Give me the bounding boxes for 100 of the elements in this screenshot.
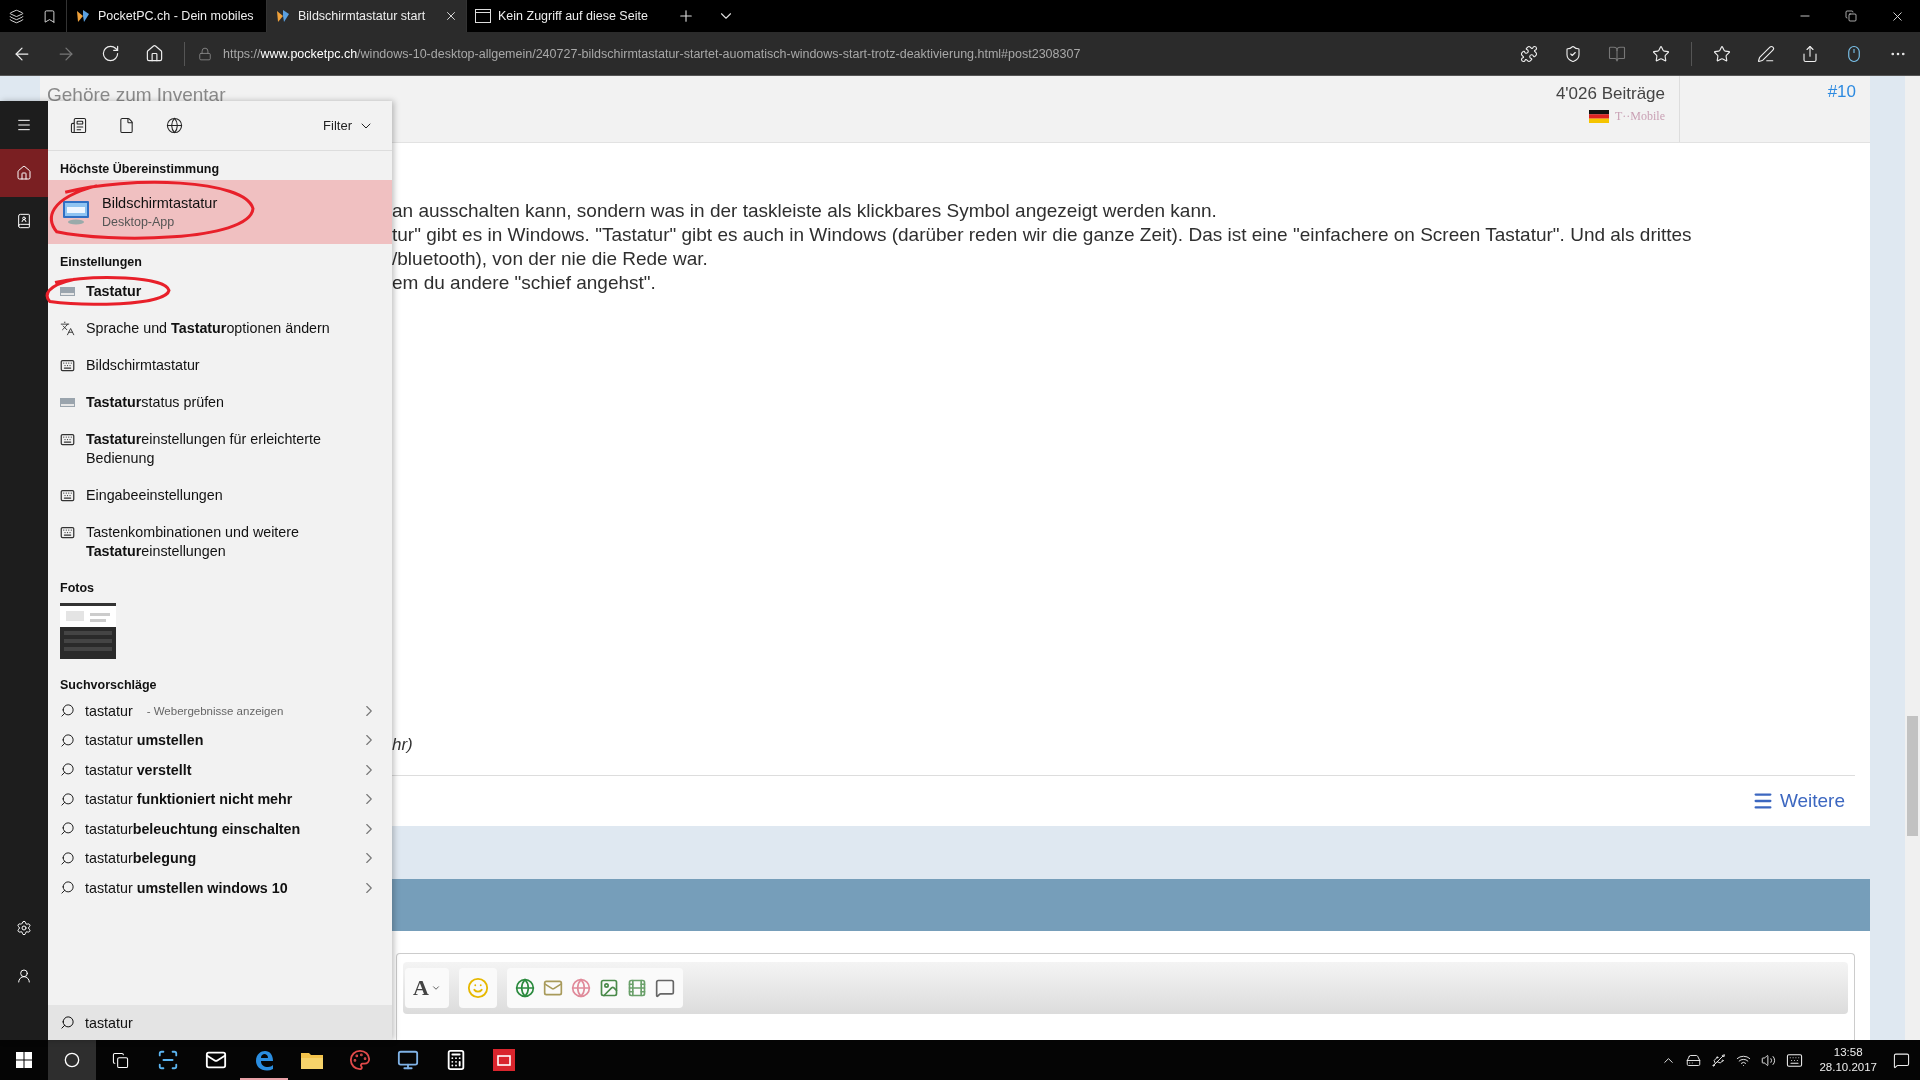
section-heading: Einstellungen — [59, 254, 143, 271]
search-icon — [60, 732, 75, 748]
keyboard-icon — [60, 432, 75, 447]
search-icon — [60, 703, 75, 719]
keyboard-icon — [60, 488, 75, 503]
apps-filter-icon[interactable] — [69, 117, 87, 134]
settings-result[interactable]: Tastatureinstellungen für erleichterte Bedienung — [48, 421, 392, 477]
search-icon — [60, 762, 75, 778]
settings-icon[interactable] — [16, 920, 32, 936]
shield-icon[interactable] — [1564, 44, 1582, 63]
document-icon[interactable] — [117, 117, 135, 134]
task-view-icon[interactable] — [111, 1051, 129, 1069]
notification-icon[interactable] — [1893, 1051, 1910, 1069]
keyboard-icon[interactable] — [1786, 1051, 1804, 1069]
image-icon[interactable] — [598, 978, 619, 998]
calculator-icon[interactable] — [445, 1049, 467, 1071]
keyboard-monitor-icon — [62, 198, 90, 226]
feedback-person-icon[interactable] — [16, 968, 32, 984]
globe-link-icon[interactable] — [514, 978, 535, 998]
search-circle-icon[interactable] — [64, 1052, 80, 1068]
home-icon[interactable] — [16, 165, 32, 181]
pen-icon[interactable] — [1757, 44, 1775, 63]
palette-icon[interactable] — [349, 1049, 371, 1071]
carrier-label: T··Mobile — [1615, 109, 1665, 124]
scrollbar[interactable] — [1905, 76, 1920, 1040]
section-heading: Suchvorschläge — [59, 677, 158, 694]
search-suggestion[interactable]: tastatur - Webergebnisse anzeigen — [48, 696, 392, 726]
search-icon — [60, 821, 75, 837]
tab-overview-icon[interactable] — [8, 8, 24, 24]
drive-icon[interactable] — [1686, 1052, 1702, 1068]
search-suggestion[interactable]: tastatur verstellt — [48, 755, 392, 785]
settings-result[interactable]: Tastaturstatus prüfen — [48, 384, 392, 421]
usb-icon[interactable] — [1711, 1052, 1727, 1068]
settings-result[interactable]: Tastenkombinationen und weitere Tastatureinstellungen — [48, 514, 392, 570]
monitor-icon[interactable] — [397, 1049, 419, 1071]
font-button[interactable]: A — [405, 968, 449, 1008]
quote-icon[interactable] — [654, 978, 675, 998]
site-favicon-icon — [75, 8, 91, 24]
settings-result[interactable]: Bildschirmtastatur — [48, 347, 392, 384]
keyboard-icon — [60, 398, 75, 407]
settings-result[interactable]: Tastatur — [48, 273, 392, 310]
search-suggestion[interactable]: tastatur funktioniert nicht mehr — [48, 784, 392, 814]
section-heading: Fotos — [59, 580, 96, 597]
clock[interactable]: 13:58 28.10.2017 — [1813, 1045, 1883, 1075]
app-window-icon[interactable] — [493, 1049, 515, 1071]
notebook-icon[interactable] — [16, 213, 32, 229]
search-icon — [60, 850, 75, 866]
mail-icon[interactable] — [205, 1049, 227, 1071]
set-aside-tabs-icon[interactable] — [41, 8, 57, 24]
home-icon[interactable] — [144, 44, 164, 63]
menu-icon[interactable] — [16, 117, 32, 133]
globe-icon[interactable] — [165, 117, 183, 134]
settings-result[interactable]: Eingabeeinstellungen — [48, 477, 392, 514]
keyboard-icon — [60, 287, 75, 296]
more-link[interactable]: Weitere — [1751, 790, 1845, 812]
mouse-icon[interactable] — [1845, 44, 1863, 63]
lock-icon — [198, 46, 212, 61]
search-icon — [60, 791, 75, 807]
new-tab-icon[interactable] — [677, 7, 695, 25]
post-date-text: hr) — [392, 735, 414, 755]
favorite-star-icon[interactable] — [1652, 44, 1670, 63]
best-match-result[interactable]: Bildschirmtastatur Desktop-App — [48, 180, 392, 244]
close-icon[interactable] — [444, 9, 458, 23]
settings-result[interactable]: Sprache und Tastaturoptionen ändern — [48, 310, 392, 347]
share-icon[interactable] — [1801, 44, 1819, 63]
folder-icon[interactable] — [301, 1051, 323, 1069]
flag-icon — [1589, 110, 1609, 123]
section-heading: Höchste Übereinstimmung — [59, 161, 221, 178]
search-suggestion[interactable]: tastaturbelegung — [48, 843, 392, 873]
windows-start-icon[interactable] — [16, 1052, 32, 1068]
browser-e-icon[interactable] — [253, 1049, 275, 1071]
search-icon — [60, 880, 75, 896]
volume-icon[interactable] — [1761, 1052, 1777, 1068]
extension-icon[interactable] — [1520, 44, 1538, 63]
scanner-icon[interactable] — [157, 1049, 179, 1071]
search-suggestion[interactable]: tastaturbeleuchtung einschalten — [48, 814, 392, 844]
editor-box[interactable]: A — [396, 953, 1855, 1040]
post-text-line: an ausschalten kann, sondern was in der taskleiste als klickbares Symbol angezeigt werden kann. — [392, 199, 1218, 223]
post-text-line: em du andere "schief angehst". — [392, 271, 657, 295]
post-text-line: /bluetooth), von der nie die Rede war. — [392, 247, 709, 271]
site-favicon-icon — [275, 8, 291, 24]
reading-view-icon[interactable] — [1608, 44, 1626, 63]
post-text-line: tur" gibt es in Windows. "Tastatur" gibt es auch in Windows (darüber reden wir die ganze Zeit). Das ist eine "einfachere on Screen Tastatur". Und als drittes — [392, 223, 1693, 247]
keyboard-icon — [60, 525, 75, 540]
filter-button[interactable]: Filter — [317, 116, 380, 135]
browser-tab[interactable]: Bildschirmtastatur start — [266, 0, 466, 32]
film-icon[interactable] — [626, 978, 647, 998]
search-suggestion[interactable]: tastatur umstellen windows 10 — [48, 873, 392, 903]
favorites-list-icon[interactable] — [1713, 44, 1731, 63]
search-field[interactable]: tastatur — [48, 1005, 392, 1040]
suggestion-note: - Webergebnisse anzeigen — [146, 704, 284, 717]
refresh-icon[interactable] — [100, 44, 120, 63]
keyboard-icon — [60, 358, 75, 373]
search-suggestion[interactable]: tastatur umstellen — [48, 725, 392, 755]
caret-icon — [430, 983, 441, 993]
restore-icon[interactable] — [1845, 10, 1857, 22]
user-title: Gehöre zum Inventar — [47, 84, 226, 106]
search-icon — [60, 1015, 75, 1030]
page-icon — [475, 9, 491, 23]
post-count: 4'026 Beiträge — [1555, 84, 1665, 104]
